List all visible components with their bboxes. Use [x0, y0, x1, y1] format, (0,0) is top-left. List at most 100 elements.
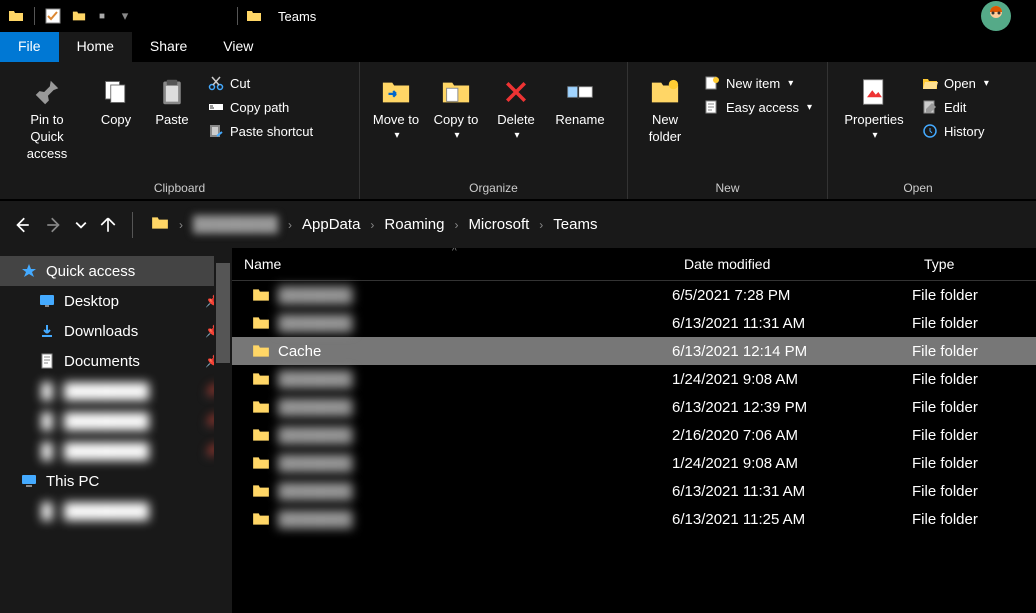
chevron-right-icon[interactable]: › [454, 218, 458, 232]
paste-shortcut-button[interactable]: Paste shortcut [202, 120, 319, 142]
file-type: File folder [912, 315, 1036, 332]
rename-button[interactable]: Rename [548, 72, 612, 133]
new-item-button[interactable]: New item▾ [698, 72, 818, 94]
cut-button[interactable]: Cut [202, 72, 319, 94]
qat-item-icon[interactable] [97, 8, 107, 24]
breadcrumb-item-hidden[interactable]: ████████ [193, 216, 278, 233]
file-row[interactable]: ███████ 6/13/2021 11:25 AM File folder [232, 505, 1036, 533]
pin-quick-access-button[interactable]: Pin to Quick access [8, 72, 86, 167]
file-type: File folder [912, 427, 1036, 444]
copy-to-button[interactable]: Copy to▾ [428, 72, 484, 146]
sidebar-item-documents[interactable]: Documents 📌 [0, 346, 232, 376]
folder-icon [252, 510, 270, 528]
documents-icon [38, 352, 56, 370]
column-header-date[interactable]: Date modified [672, 256, 912, 272]
chevron-right-icon[interactable]: › [179, 218, 183, 232]
file-row[interactable]: ███████ 2/16/2020 7:06 AM File folder [232, 421, 1036, 449]
tab-home[interactable]: Home [59, 32, 132, 62]
new-folder-button[interactable]: New folder [636, 72, 694, 150]
checklist-icon[interactable] [45, 8, 61, 24]
file-row[interactable]: ███████ 6/13/2021 12:39 PM File folder [232, 393, 1036, 421]
file-name: ███████ [278, 483, 352, 500]
file-type: File folder [912, 399, 1036, 416]
breadcrumb-item[interactable]: AppData [302, 216, 360, 233]
avatar-icon [980, 0, 1012, 32]
history-icon [922, 123, 938, 139]
easy-access-button[interactable]: Easy access▾ [698, 96, 818, 118]
breadcrumb-item[interactable]: Roaming [384, 216, 444, 233]
scroll-thumb[interactable] [216, 263, 230, 363]
up-button[interactable] [94, 211, 122, 239]
copy-path-button[interactable]: Copy path [202, 96, 319, 118]
scrollbar[interactable] [214, 248, 232, 613]
chevron-down-icon[interactable]: ▾ [117, 8, 133, 24]
file-row[interactable]: ███████ 6/13/2021 11:31 AM File folder [232, 309, 1036, 337]
file-date: 6/13/2021 12:14 PM [672, 343, 912, 360]
downloads-icon [38, 322, 56, 340]
chevron-down-icon: ▾ [788, 78, 793, 89]
forward-button[interactable] [40, 211, 68, 239]
file-date: 6/5/2021 7:28 PM [672, 287, 912, 304]
column-header-type[interactable]: Type [912, 256, 1036, 272]
file-row[interactable]: ███████ 1/24/2021 9:08 AM File folder [232, 365, 1036, 393]
new-item-icon [704, 75, 720, 91]
copy-button[interactable]: Copy [90, 72, 142, 133]
sidebar-item-hidden[interactable]: █████████📌 [0, 376, 232, 406]
paste-button[interactable]: Paste [146, 72, 198, 133]
file-date: 1/24/2021 9:08 AM [672, 371, 912, 388]
folder-icon [252, 426, 270, 444]
sidebar-item-hidden[interactable]: █████████📌 [0, 406, 232, 436]
file-row[interactable]: ███████ 1/24/2021 9:08 AM File folder [232, 449, 1036, 477]
separator [34, 7, 35, 25]
folder-small-icon[interactable] [71, 8, 87, 24]
breadcrumb[interactable]: › ████████ › AppData › Roaming › Microso… [151, 214, 597, 235]
quick-access-toolbar: ▾ [4, 7, 137, 25]
breadcrumb-item[interactable]: Microsoft [468, 216, 529, 233]
properties-button[interactable]: Properties▾ [836, 72, 912, 146]
sidebar-item-quick-access[interactable]: Quick access [0, 256, 232, 286]
folder-icon [252, 286, 270, 304]
edit-button[interactable]: Edit [916, 96, 996, 118]
back-button[interactable] [8, 211, 36, 239]
recent-button[interactable] [72, 211, 90, 239]
copy-icon [100, 76, 132, 108]
properties-icon [858, 76, 890, 108]
file-name: ███████ [278, 399, 352, 416]
file-row[interactable]: ███████ 6/13/2021 11:31 AM File folder [232, 477, 1036, 505]
folder-icon [8, 8, 24, 24]
file-type: File folder [912, 483, 1036, 500]
tab-share[interactable]: Share [132, 32, 205, 62]
delete-button[interactable]: Delete▾ [488, 72, 544, 146]
tab-view[interactable]: View [205, 32, 271, 62]
chevron-right-icon[interactable]: › [539, 218, 543, 232]
sidebar-item-downloads[interactable]: Downloads 📌 [0, 316, 232, 346]
titlebar: ▾ Teams [0, 0, 1036, 32]
sidebar-item-this-pc[interactable]: This PC [0, 466, 232, 496]
file-row[interactable]: ███████ 6/5/2021 7:28 PM File folder [232, 281, 1036, 309]
chevron-down-icon: ▾ [872, 129, 877, 142]
column-header-name[interactable]: Name [232, 256, 672, 272]
edit-icon [922, 99, 938, 115]
tab-file[interactable]: File [0, 32, 59, 62]
breadcrumb-item[interactable]: Teams [553, 216, 597, 233]
chevron-right-icon[interactable]: › [288, 218, 292, 232]
sidebar-item-desktop[interactable]: Desktop 📌 [0, 286, 232, 316]
file-name: ███████ [278, 511, 352, 528]
folder-icon [252, 454, 270, 472]
move-to-button[interactable]: Move to▾ [368, 72, 424, 146]
file-row[interactable]: Cache 6/13/2021 12:14 PM File folder [232, 337, 1036, 365]
ribbon-group-organize: Move to▾ Copy to▾ Delete▾ Rename Organiz… [360, 62, 628, 199]
window-title: Teams [278, 9, 316, 24]
scissors-icon [208, 75, 224, 91]
history-button[interactable]: History [916, 120, 996, 142]
sidebar-item-hidden[interactable]: █████████📌 [0, 436, 232, 466]
chevron-down-icon: ▾ [984, 78, 989, 89]
paste-icon [156, 76, 188, 108]
sidebar-item-hidden[interactable]: █████████ [0, 496, 232, 526]
chevron-right-icon[interactable]: › [370, 218, 374, 232]
move-icon [380, 76, 412, 108]
navigation-pane: Quick access Desktop 📌 Downloads 📌 Docum… [0, 248, 232, 613]
file-name: ███████ [278, 455, 352, 472]
open-button[interactable]: Open▾ [916, 72, 996, 94]
file-name: ███████ [278, 427, 352, 444]
